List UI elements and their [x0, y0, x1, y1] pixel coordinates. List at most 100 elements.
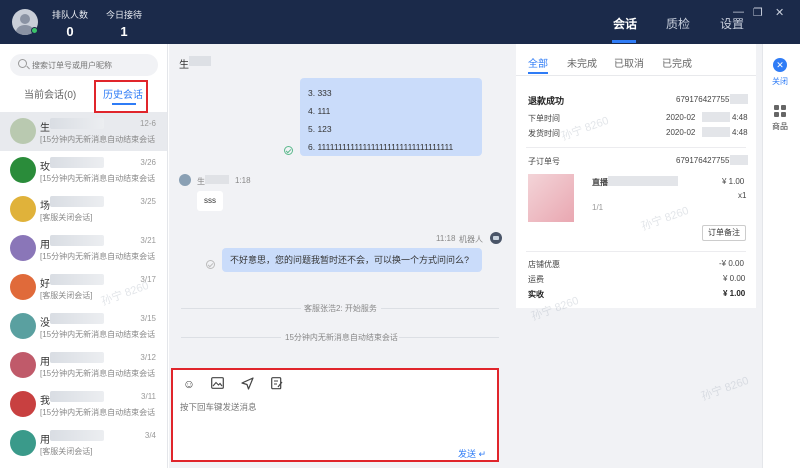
conversation-name: 生: [40, 123, 50, 134]
product-image[interactable]: [528, 174, 574, 222]
conversation-date: 3/11: [141, 392, 156, 401]
conversation-date: 3/21: [140, 236, 156, 245]
name-blur: [50, 196, 104, 207]
customer-avatar: [179, 174, 191, 186]
divider: [526, 147, 746, 148]
conversation-item[interactable]: 我 3/11 [15分钟内无新消息自动结束会话: [0, 385, 167, 424]
paid-label: 实收: [528, 290, 544, 299]
conversation-item[interactable]: 用 3/21 [15分钟内无新消息自动结束会话: [0, 229, 167, 268]
name-blur: [50, 274, 104, 285]
divider: [181, 337, 281, 338]
avatar: [10, 157, 36, 183]
redacted-blur: [730, 94, 748, 104]
redacted-blur: [608, 176, 678, 186]
name-blur: [50, 313, 104, 324]
paid-amount: ¥ 1.00: [723, 289, 746, 298]
conversation-date: 3/17: [140, 275, 156, 284]
conversation-item[interactable]: 生 12-6 [15分钟内无新消息自动结束会话: [0, 112, 167, 151]
chat-title: 生: [179, 60, 189, 71]
avatar: [10, 430, 36, 456]
redacted-blur: [702, 127, 730, 137]
divider: [399, 337, 499, 338]
order-time: 2020-02: [666, 113, 696, 122]
shop-discount: -¥ 0.00: [719, 259, 744, 268]
customer-name: 生: [197, 177, 205, 186]
robot-label: 机器人: [459, 235, 483, 244]
close-icon[interactable]: ✕: [773, 58, 787, 72]
order-tab-pending[interactable]: 未完成: [567, 55, 597, 70]
customer-message-bubble: sss: [197, 191, 223, 211]
goods-label[interactable]: 商品: [772, 121, 788, 132]
avatar: [10, 235, 36, 261]
divider: [516, 75, 756, 76]
queue-value: 0: [66, 24, 74, 39]
conversation-list: 生 12-6 [15分钟内无新消息自动结束会话玫 3/26 [15分钟内无新消息自动结束…: [0, 112, 167, 463]
conversation-name: 用: [40, 240, 50, 251]
conversation-preview: [客服关闭会话]: [40, 213, 93, 222]
order-tab-completed[interactable]: 已完成: [662, 55, 692, 70]
name-blur: [50, 391, 104, 402]
conversation-item[interactable]: 好 3/17 [客服关闭会话]: [0, 268, 167, 307]
conversation-item[interactable]: 用 3/4 [客服关闭会话]: [0, 424, 167, 463]
conversation-item[interactable]: 没 3/15 [15分钟内无新消息自动结束会话: [0, 307, 167, 346]
search-box: [10, 54, 158, 76]
order-tab-all[interactable]: 全部: [528, 55, 548, 70]
chat-title-blur: [189, 56, 211, 66]
conversation-preview: [15分钟内无新消息自动结束会话: [40, 369, 156, 378]
conversation-name: 场: [40, 201, 50, 212]
conversation-preview: [15分钟内无新消息自动结束会话: [40, 252, 156, 261]
nav-session[interactable]: 会话: [613, 15, 637, 32]
conversation-preview: [15分钟内无新消息自动结束会话: [40, 174, 156, 183]
conversation-date: 3/4: [144, 431, 156, 440]
tab-current-sessions[interactable]: 当前会话(0): [24, 86, 76, 101]
divider: [181, 308, 301, 309]
restore-icon[interactable]: ❐: [753, 6, 763, 19]
list-line: 6. 111111111111111111111111111111111: [308, 142, 454, 152]
ship-time-suffix: 4:48: [732, 128, 748, 137]
conversation-preview: [15分钟内无新消息自动结束会话: [40, 330, 156, 339]
divider: [381, 308, 499, 309]
top-bar: 排队人数 0 今日接待 1 会话 质检 设置 — ❐ ✕: [0, 0, 800, 44]
order-tab-cancelled[interactable]: 已取消: [614, 55, 644, 70]
order-card: 全部 未完成 已取消 已完成 退款成功 67917642775574 下单时间 …: [516, 44, 756, 308]
nav-quality[interactable]: 质检: [666, 15, 690, 32]
today-label: 今日接待: [106, 10, 143, 20]
ship-time-label: 发货时间: [528, 129, 560, 138]
conversation-preview: [客服关闭会话]: [40, 447, 93, 456]
order-time-suffix: 4:48: [732, 113, 748, 122]
conversation-item[interactable]: 场 3/25 [客服关闭会话]: [0, 190, 167, 229]
search-input[interactable]: [32, 57, 152, 73]
conversation-date: 12-6: [139, 119, 156, 128]
robot-time: 11:18: [436, 234, 456, 243]
list-line: 5. 123: [308, 124, 332, 134]
search-icon: [18, 59, 27, 68]
product-price: ¥ 1.00: [722, 177, 745, 186]
order-number[interactable]: 67917642775574: [676, 95, 738, 104]
close-window-icon[interactable]: ✕: [775, 6, 784, 19]
minimize-icon[interactable]: —: [733, 6, 744, 18]
name-blur: [50, 235, 104, 246]
conversation-item[interactable]: 用 3/12 [15分钟内无新消息自动结束会话: [0, 346, 167, 385]
name-blur: [50, 118, 104, 129]
nav-active-indicator: [612, 40, 636, 43]
sub-order-number[interactable]: 67917642775574: [676, 156, 738, 165]
name-blur: [50, 430, 104, 441]
customer-time: 1:18: [235, 176, 251, 185]
product-page: 1/1: [592, 203, 604, 212]
conversation-name: 好: [40, 279, 50, 290]
grid-icon[interactable]: [774, 105, 786, 117]
conversation-date: 3/26: [140, 158, 156, 167]
conversation-name: 我: [40, 396, 50, 407]
divider: [526, 251, 746, 252]
avatar: [10, 118, 36, 144]
conversation-date: 3/12: [140, 353, 156, 362]
name-blur: [50, 157, 104, 168]
close-label[interactable]: 关闭: [772, 76, 788, 87]
conversation-preview: [15分钟内无新消息自动结束会话: [40, 135, 156, 144]
order-note-button[interactable]: 订单备注: [702, 225, 746, 241]
product-name: 直播: [592, 178, 608, 187]
today-stat: 今日接待 1: [106, 8, 142, 39]
conversation-item[interactable]: 玫 3/26 [15分钟内无新消息自动结束会话: [0, 151, 167, 190]
conversation-preview: [15分钟内无新消息自动结束会话: [40, 408, 156, 417]
redacted-blur: [730, 155, 748, 165]
